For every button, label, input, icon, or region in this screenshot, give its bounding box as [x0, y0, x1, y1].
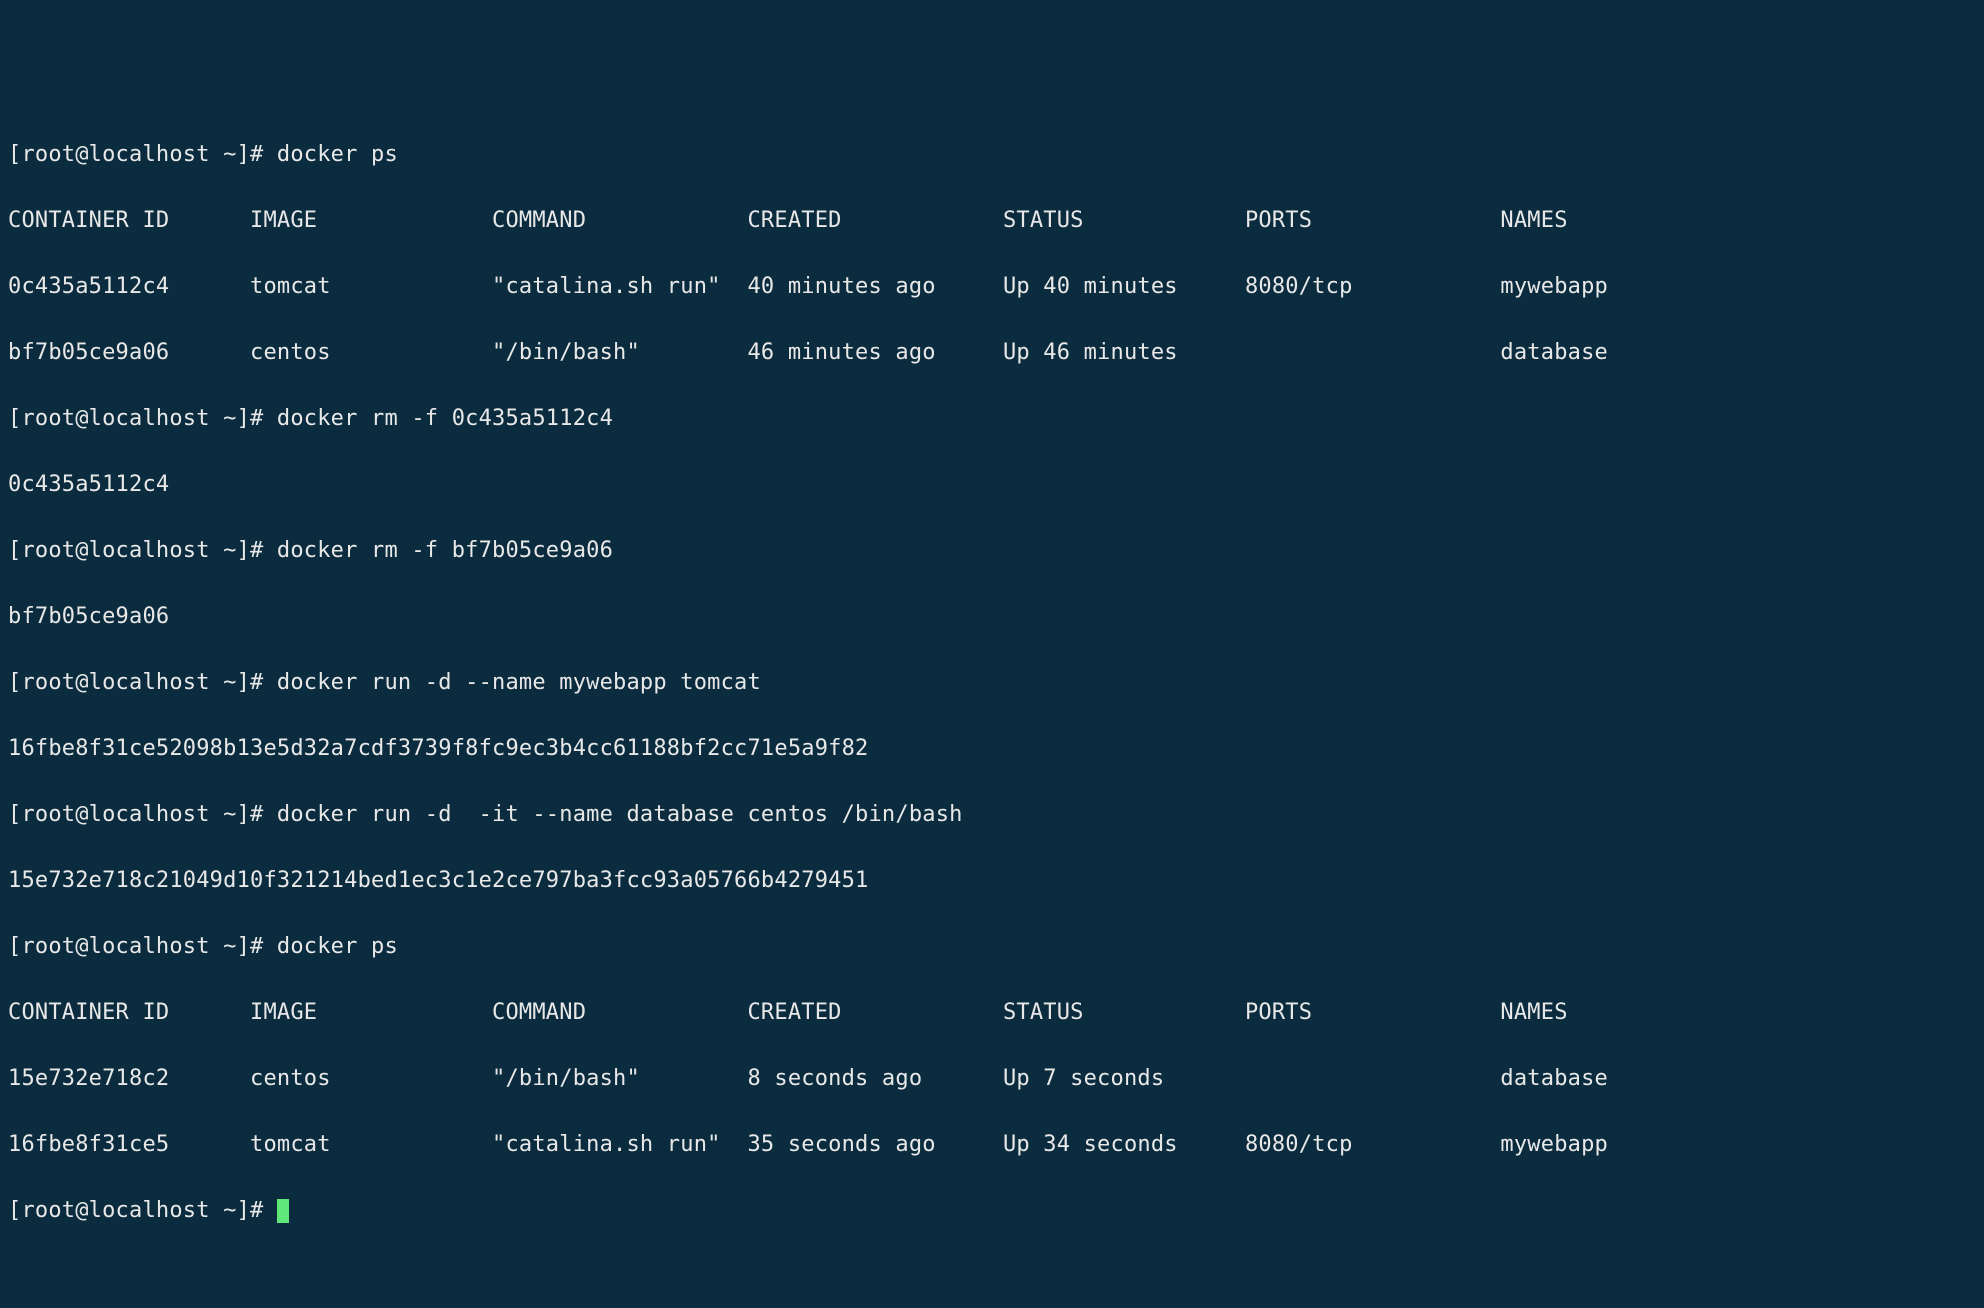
cmd-line-docker-ps-1[interactable]: [root@localhost ~]# docker ps — [8, 138, 1976, 171]
ps1-header: CONTAINER ID IMAGE COMMAND CREATED STATU… — [8, 204, 1976, 237]
cmd-line-docker-rm-2[interactable]: [root@localhost ~]# docker rm -f bf7b05c… — [8, 534, 1976, 567]
cmd-line-docker-rm-1[interactable]: [root@localhost ~]# docker rm -f 0c435a5… — [8, 402, 1976, 435]
rm2-output: bf7b05ce9a06 — [8, 600, 1976, 633]
prompt-idle[interactable]: [root@localhost ~]# — [8, 1194, 1976, 1227]
ps2-header: CONTAINER ID IMAGE COMMAND CREATED STATU… — [8, 996, 1976, 1029]
run1-output: 16fbe8f31ce52098b13e5d32a7cdf3739f8fc9ec… — [8, 732, 1976, 765]
cmd-line-docker-ps-2[interactable]: [root@localhost ~]# docker ps — [8, 930, 1976, 963]
rm1-output: 0c435a5112c4 — [8, 468, 1976, 501]
ps1-row: bf7b05ce9a06 centos "/bin/bash" 46 minut… — [8, 336, 1976, 369]
run2-output: 15e732e718c21049d10f321214bed1ec3c1e2ce7… — [8, 864, 1976, 897]
cmd-line-docker-run-1[interactable]: [root@localhost ~]# docker run -d --name… — [8, 666, 1976, 699]
ps2-row: 16fbe8f31ce5 tomcat "catalina.sh run" 35… — [8, 1128, 1976, 1161]
ps2-row: 15e732e718c2 centos "/bin/bash" 8 second… — [8, 1062, 1976, 1095]
cmd-line-docker-run-2[interactable]: [root@localhost ~]# docker run -d -it --… — [8, 798, 1976, 831]
ps1-row: 0c435a5112c4 tomcat "catalina.sh run" 40… — [8, 270, 1976, 303]
cursor-icon — [277, 1199, 289, 1223]
